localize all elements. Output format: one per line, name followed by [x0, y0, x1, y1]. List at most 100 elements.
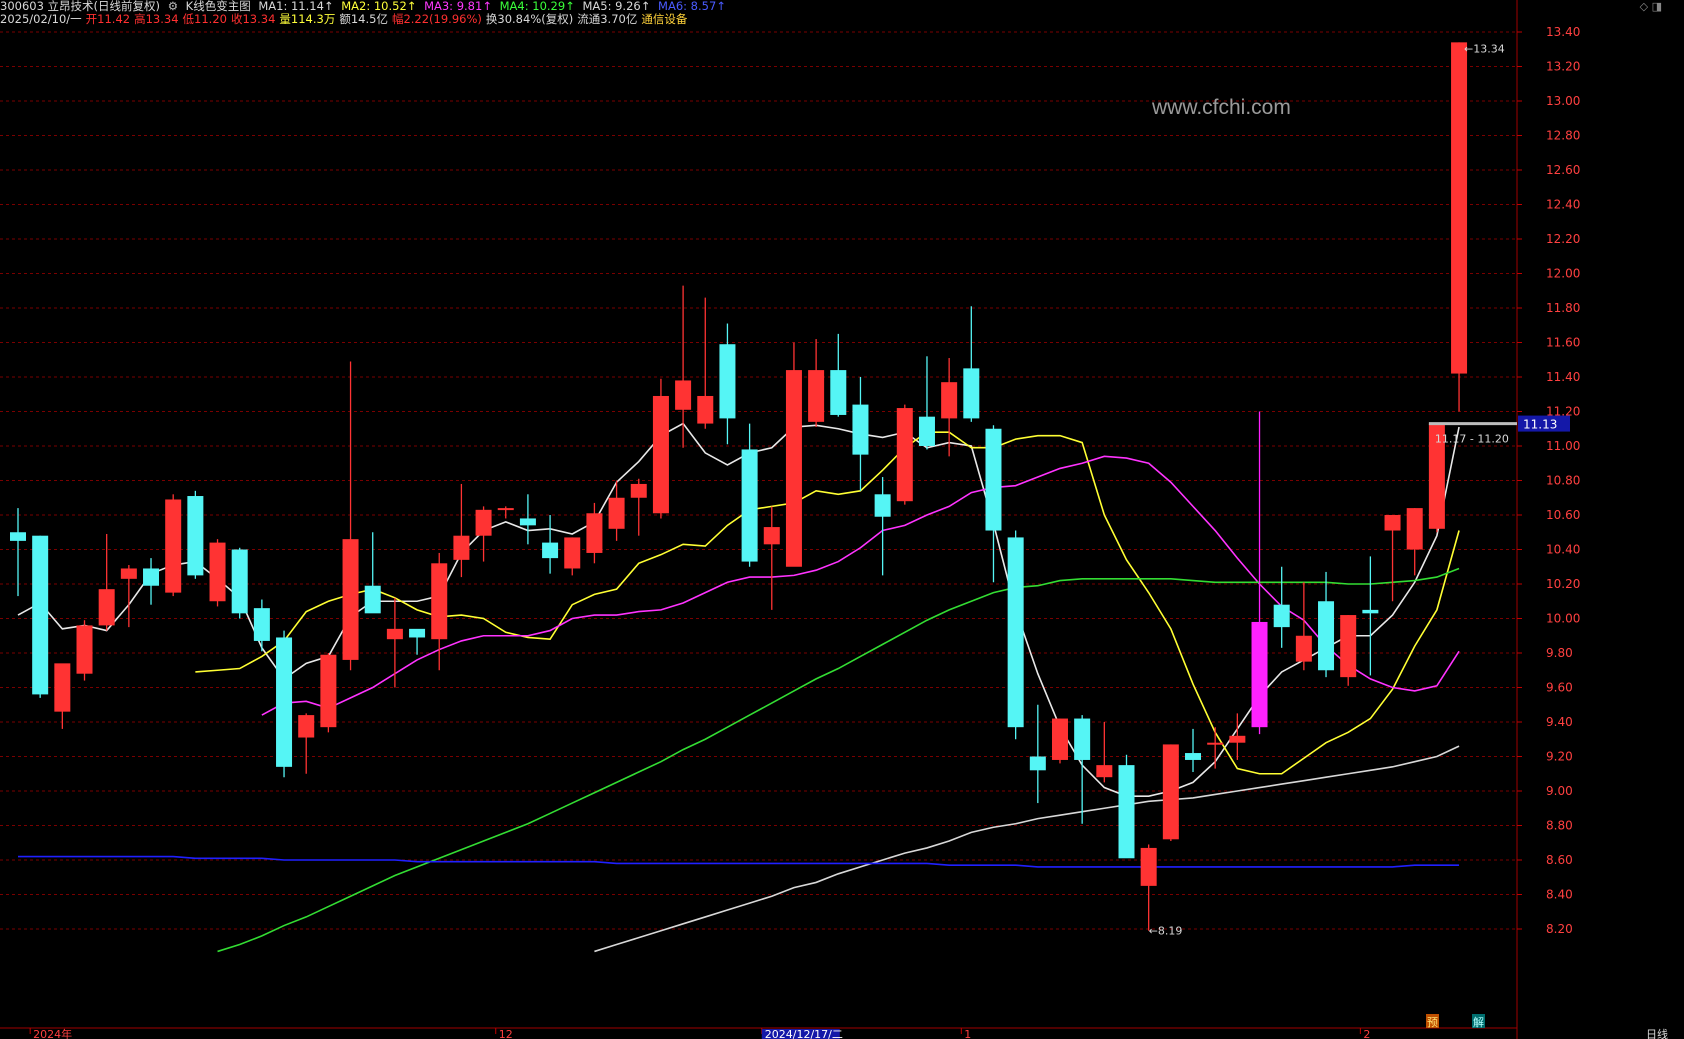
candle-body[interactable] [1362, 609, 1379, 614]
candle-body[interactable] [1118, 765, 1135, 859]
candle-body[interactable] [1273, 604, 1290, 628]
y-tick-label: 12.40 [1546, 198, 1580, 212]
candle-body[interactable] [874, 494, 891, 517]
x-tick-label: 2024年 [33, 1027, 72, 1039]
sector-label[interactable]: 通信设备 [641, 12, 687, 26]
candle-body[interactable] [409, 628, 426, 638]
candle-body[interactable] [963, 368, 980, 419]
x-tick-label: 2 [1363, 1028, 1370, 1039]
candle-body[interactable] [231, 549, 248, 614]
watermark: www.cfchi.com [1151, 96, 1291, 119]
candle-body[interactable] [54, 663, 71, 712]
candle-body[interactable] [453, 535, 470, 560]
candle-body[interactable] [143, 568, 160, 586]
badge-yu[interactable]: 预 [1427, 1016, 1438, 1029]
badge-jie[interactable]: 解 [1473, 1015, 1484, 1029]
y-tick-label: 10.80 [1546, 474, 1580, 488]
y-tick-label: 8.40 [1546, 888, 1573, 902]
candle-body[interactable] [1051, 718, 1068, 760]
candle-body[interactable] [763, 527, 780, 545]
candle-body[interactable] [608, 497, 625, 529]
y-tick-label: 12.00 [1546, 267, 1580, 281]
candle-body[interactable] [719, 344, 736, 419]
candle-body[interactable] [10, 532, 26, 541]
candle-body[interactable] [276, 637, 293, 767]
candle-body[interactable] [1229, 735, 1246, 743]
candle-body[interactable] [1295, 635, 1312, 662]
y-tick-label: 9.60 [1546, 681, 1573, 695]
y-tick-label: 8.80 [1546, 819, 1573, 833]
high-marker: ←13.34 [1464, 42, 1505, 55]
period-label[interactable]: 日线 [1646, 1027, 1668, 1039]
y-tick-label: 13.20 [1546, 60, 1580, 74]
candle-body[interactable] [76, 625, 93, 674]
y-tick-label: 11.60 [1546, 336, 1580, 350]
candle-body[interactable] [918, 416, 935, 446]
candle-body[interactable] [320, 654, 337, 728]
y-tick-label: 9.80 [1546, 646, 1573, 660]
candle-body[interactable] [475, 509, 492, 536]
candle-body[interactable] [1162, 744, 1179, 840]
candle-body[interactable] [542, 542, 559, 559]
y-tick-label: 13.40 [1546, 25, 1580, 39]
candle-body[interactable] [675, 380, 692, 410]
candle-body[interactable] [1451, 42, 1468, 374]
low-marker: ←8.19 [1149, 925, 1183, 938]
candle-body[interactable] [519, 518, 536, 526]
bar-date: 2025/02/10/一 [0, 12, 82, 26]
candle-body[interactable] [1384, 515, 1401, 531]
change-value: 幅2.22(19.96%) [391, 12, 482, 26]
y-tick-label: 9.20 [1546, 750, 1573, 764]
candle-body[interactable] [630, 483, 647, 498]
y-tick-label: 11.40 [1546, 370, 1580, 384]
kline-chart[interactable]: 13.40 13.20 13.00 12.80 12.60 12.40 12.20 12.00… [0, 0, 1684, 1039]
y-tick-label: 11.00 [1546, 439, 1580, 453]
candle-body[interactable] [1074, 718, 1091, 760]
candle-body[interactable] [985, 428, 1002, 531]
candle-body[interactable] [896, 408, 913, 502]
candle-body[interactable] [1251, 621, 1268, 728]
candle-body[interactable] [652, 395, 669, 514]
candle-body[interactable] [209, 542, 226, 602]
candle-body[interactable] [386, 628, 403, 640]
candle-body[interactable] [1007, 537, 1024, 728]
header-line-2: 2025/02/10/一 开11.42 高13.34 低11.20 收13.34 量114… [0, 13, 691, 26]
candle-body[interactable] [830, 370, 847, 415]
candle-body[interactable] [1207, 742, 1224, 745]
float-value: 流通3.70亿 [577, 12, 638, 26]
volume-value: 量114.3万 [279, 12, 336, 26]
candle-body[interactable] [187, 496, 204, 576]
y-tick-label: 10.00 [1546, 612, 1580, 626]
candle-body[interactable] [98, 589, 115, 626]
candle-body[interactable] [1140, 847, 1157, 886]
candle-body[interactable] [342, 539, 359, 660]
candle-body[interactable] [586, 513, 603, 553]
candle-body[interactable] [120, 568, 137, 579]
candle-body[interactable] [165, 499, 182, 593]
candle-body[interactable] [431, 563, 448, 640]
y-tick-label: 13.00 [1546, 94, 1580, 108]
y-tick-label: 12.80 [1546, 129, 1580, 143]
candle-body[interactable] [785, 370, 802, 567]
candle-body[interactable] [852, 404, 869, 455]
candle-body[interactable] [253, 608, 270, 641]
candle-body[interactable] [1406, 508, 1423, 550]
candle-body[interactable] [564, 537, 581, 569]
candle-body[interactable] [808, 370, 825, 422]
candle-body[interactable] [741, 449, 758, 562]
candle-body[interactable] [298, 715, 315, 738]
y-tick-label: 11.80 [1546, 301, 1580, 315]
diamond-icon[interactable]: ◇ ◨ [1640, 0, 1662, 13]
candle-body[interactable] [1340, 615, 1357, 678]
candle-body[interactable] [32, 535, 49, 695]
candle-body[interactable] [1185, 753, 1202, 760]
candle-body[interactable] [497, 508, 514, 511]
candle-body[interactable] [697, 395, 714, 424]
candle-body[interactable] [1029, 756, 1046, 771]
y-tick-label: 12.60 [1546, 163, 1580, 177]
candle-body[interactable] [1096, 765, 1113, 778]
turnover-value: 换30.84%(复权) [485, 12, 574, 26]
candle-body[interactable] [364, 585, 381, 614]
candle-body[interactable] [1318, 601, 1335, 671]
candle-body[interactable] [941, 382, 958, 419]
